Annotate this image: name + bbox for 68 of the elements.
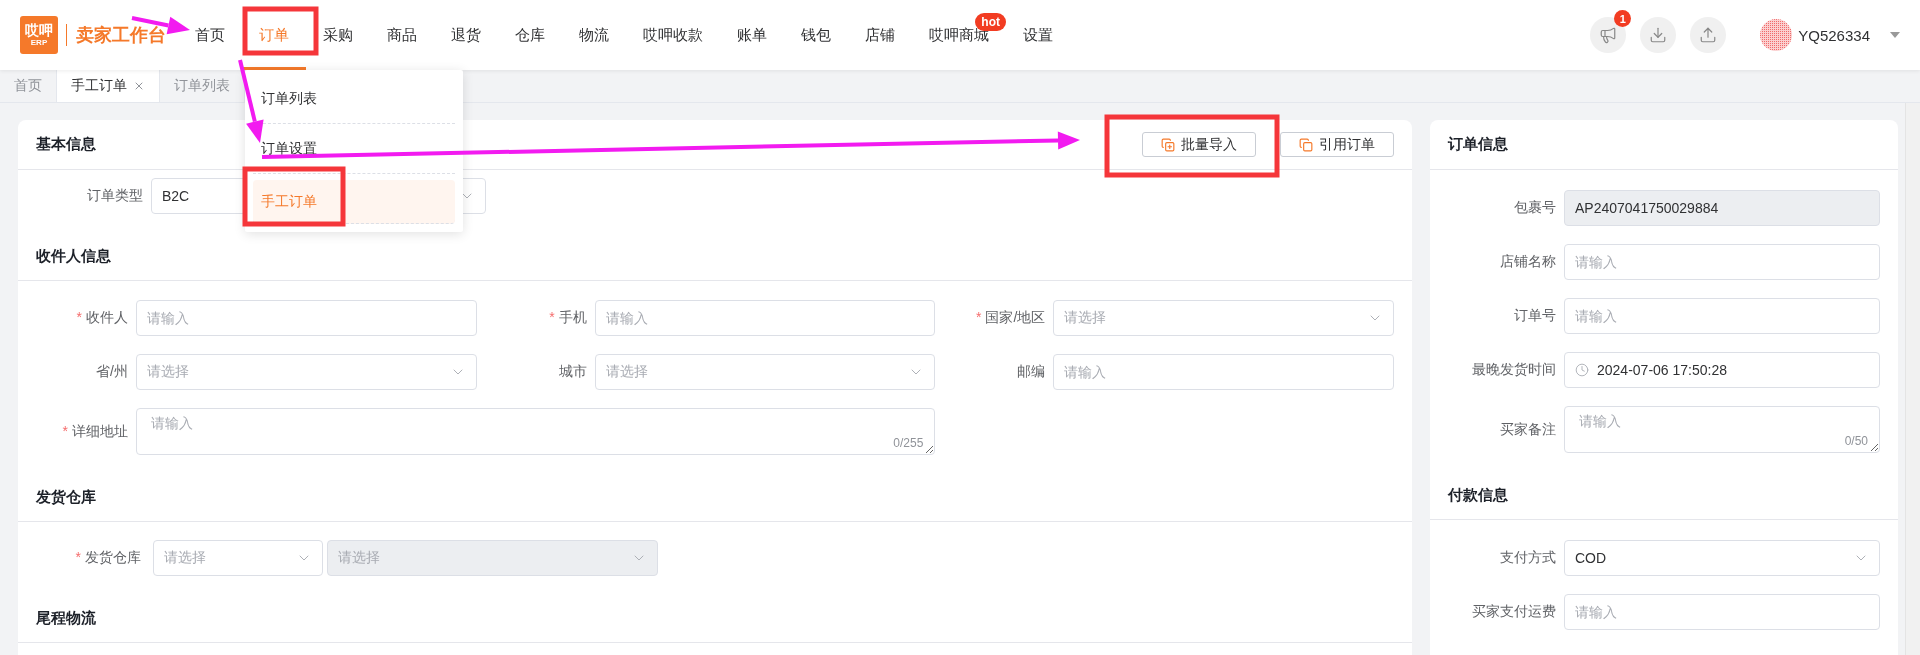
field-label: 买家备注 [1499,420,1557,439]
required-mark: * [75,549,81,565]
nav-item[interactable]: 设置 [1006,0,1070,70]
field-label: 订单类型 [86,187,144,205]
section-title: 收件人信息 [36,246,111,266]
section-title: 发货仓库 [36,487,96,507]
download-icon [1649,26,1668,44]
avatar [1760,19,1793,51]
caret-icon [1890,32,1900,38]
field-label: 省/州 [95,363,129,381]
copy-button[interactable]: 引用订单 [1280,132,1394,157]
input-field[interactable]: 请输入 [136,300,477,336]
nav-item[interactable]: 钱包 [784,0,848,70]
megaphone-icon [1599,26,1618,44]
input-field[interactable]: 请输入 [1564,298,1880,334]
input-field[interactable]: 请输入 [1564,244,1880,280]
field-label: 邮编 [1016,363,1047,381]
field-label: * 发货仓库 [74,549,142,567]
nav-item[interactable]: 商品 [370,0,434,70]
field-label: * 详细地址 [61,422,129,441]
required-mark: * [976,309,982,325]
field-label: * 国家/地区 [975,309,1047,327]
logo: 哎呷 ERP [20,16,58,54]
field-label: 最晚发货时间 [1471,361,1557,379]
char-counter: 0/50 [1844,434,1868,448]
required-mark: * [62,422,68,439]
page-tab[interactable]: 手工订单 [57,70,160,102]
nav-item[interactable]: 退货 [434,0,498,70]
required-mark: * [76,309,82,325]
nav-item[interactable]: 哎呷收款 [626,0,720,70]
char-counter: 0/255 [893,436,924,450]
nav-item[interactable]: 店铺 [848,0,912,70]
section-title: 尾程物流 [36,608,96,628]
user-menu[interactable]: YQ526334 [1760,19,1900,51]
upload-icon [1699,26,1718,44]
nav-item[interactable]: 物流 [562,0,626,70]
nav-item[interactable]: 账单 [720,0,784,70]
download-button[interactable] [1640,17,1677,53]
notification-badge: 1 [1614,10,1632,27]
close-icon[interactable] [133,80,145,92]
add-copy-icon [1161,137,1175,152]
select-field[interactable]: COD [1564,540,1880,576]
input-field[interactable]: 请输入 [1053,354,1394,390]
required-mark: * [549,309,555,325]
nav-item[interactable]: 首页 [178,0,242,70]
field-label: * 收件人 [75,309,129,327]
input-field[interactable]: 请输入 [594,300,936,336]
section-title: 付款信息 [1448,485,1508,505]
nav-item[interactable]: 采购 [306,0,370,70]
input-field[interactable]: 请输入 [1564,594,1880,630]
field-label: 店铺名称 [1499,253,1557,271]
field-label: 买家支付运费 [1471,603,1557,621]
field-label: 订单号 [1513,307,1557,325]
field-label: 包裹号 [1513,199,1557,217]
notification-button[interactable] [1590,17,1627,53]
section-title: 订单信息 [1448,135,1508,154]
clock-icon [1575,363,1589,377]
copy-icon [1299,137,1313,152]
field-label: 支付方式 [1499,549,1557,567]
field-label: * 手机 [548,309,588,327]
hot-badge: hot [975,13,1006,31]
date-time-field[interactable]: 2024-07-06 17:50:28 [1564,352,1880,388]
upload-button[interactable] [1690,17,1727,53]
section-title: 基本信息 [36,135,96,154]
field-label: 城市 [557,363,588,381]
brand-title: 卖家工作台 [66,24,166,46]
import-button[interactable]: 批量导入 [1142,132,1256,157]
nav-item[interactable]: 仓库 [498,0,562,70]
